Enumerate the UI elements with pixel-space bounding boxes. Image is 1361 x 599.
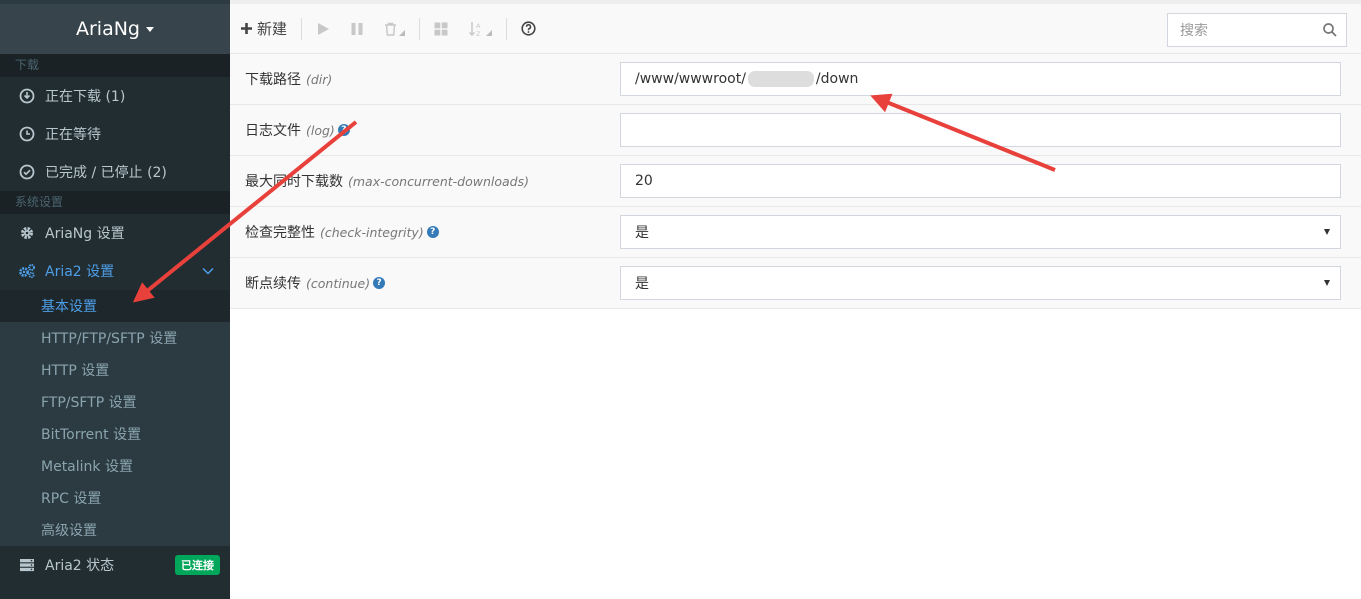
continue-value: 是 (635, 276, 649, 292)
option-label: 下载路径 (dir) (230, 69, 620, 89)
dropdown-indicator-icon (399, 29, 406, 36)
toolbar: 新建 AZ 搜索 (230, 4, 1361, 54)
toolbar-divider (506, 17, 508, 40)
check-circle-icon (18, 163, 36, 181)
option-label: 检查完整性 (check-integrity) ? (230, 222, 620, 242)
delete-button[interactable] (374, 4, 415, 54)
sidebar-item-label: 正在下载 (1) (45, 89, 126, 105)
option-key: (log) (306, 122, 335, 138)
option-label-text: 下载路径 (245, 72, 301, 88)
option-row-max-concurrent: 最大同时下载数 (max-concurrent-downloads) 20 (230, 156, 1361, 207)
check-integrity-select[interactable]: 是 (620, 215, 1341, 249)
sort-button[interactable]: AZ (458, 4, 502, 54)
sidebar-item-aria2-status[interactable]: Aria2 状态 已连接 (0, 546, 230, 584)
settings-list: 下载路径 (dir) /www/wwwroot/ /down 日志文件 (log… (230, 54, 1361, 309)
plus-icon (241, 23, 252, 34)
sidebar-item-ariang-settings[interactable]: AriaNg 设置 (0, 214, 230, 252)
question-circle-icon (521, 21, 536, 36)
sidebar-item-stopped[interactable]: 已完成 / 已停止 (2) (0, 153, 230, 191)
check-integrity-value: 是 (635, 225, 649, 241)
pause-button[interactable] (340, 4, 374, 54)
toolbar-divider (301, 17, 303, 40)
option-row-log: 日志文件 (log) ? (230, 105, 1361, 156)
sidebar-item-label: Aria2 状态 (45, 558, 115, 574)
sidebar-item-aria2-settings[interactable]: Aria2 设置 (0, 252, 230, 290)
dropdown-indicator-icon (486, 29, 493, 36)
section-header-downloads: 下载 (0, 54, 230, 77)
option-label: 日志文件 (log) ? (230, 120, 620, 140)
option-label-text: 日志文件 (245, 123, 301, 139)
help-icon[interactable]: ? (426, 226, 439, 238)
section-header-settings: 系统设置 (0, 191, 230, 214)
sidebar-item-label: 已完成 / 已停止 (2) (45, 165, 167, 181)
option-key: (dir) (306, 71, 333, 87)
gear-icon (18, 224, 36, 242)
server-icon (18, 556, 36, 574)
sidebar-item-label: AriaNg 设置 (45, 226, 125, 242)
sidebar-subitem-http-ftp-sftp[interactable]: HTTP/FTP/SFTP 设置 (0, 322, 230, 354)
chevron-down-icon (202, 263, 214, 279)
dir-value-suffix: /down (815, 71, 859, 87)
max-concurrent-field[interactable]: 20 (620, 164, 1341, 198)
sidebar-item-label: Aria2 设置 (45, 264, 115, 280)
sidebar-subitem-basic[interactable]: 基本设置 (0, 290, 230, 322)
clock-icon (18, 125, 36, 143)
sidebar-subitem-http[interactable]: HTTP 设置 (0, 354, 230, 386)
option-label-text: 检查完整性 (245, 225, 315, 241)
redacted-segment (747, 71, 814, 87)
sidebar-subitem-bittorrent[interactable]: BitTorrent 设置 (0, 418, 230, 450)
option-label-text: 最大同时下载数 (245, 174, 343, 190)
option-label: 断点续传 (continue) ? (230, 273, 620, 293)
dir-field[interactable]: /www/wwwroot/ /down (620, 62, 1341, 96)
app-brand-menu[interactable]: AriaNg (0, 0, 230, 54)
sidebar-subitem-rpc[interactable]: RPC 设置 (0, 482, 230, 514)
option-key: (max-concurrent-downloads) (348, 173, 529, 189)
svg-text:A: A (476, 22, 481, 30)
sidebar-subitem-ftp-sftp[interactable]: FTP/SFTP 设置 (0, 386, 230, 418)
option-key: (check-integrity) (320, 224, 424, 240)
play-icon (318, 22, 330, 35)
dir-value-prefix: /www/wwwroot/ (635, 71, 746, 87)
download-circle-icon (18, 87, 36, 105)
option-key: (continue) (306, 275, 371, 291)
option-label: 最大同时下载数 (max-concurrent-downloads) (230, 171, 620, 191)
search-input[interactable]: 搜索 (1167, 13, 1347, 47)
log-field[interactable] (620, 113, 1341, 147)
search-placeholder: 搜索 (1180, 23, 1208, 39)
sidebar-subitem-advanced[interactable]: 高级设置 (0, 514, 230, 546)
sort-alpha-icon: AZ (468, 21, 481, 37)
svg-text:Z: Z (476, 30, 481, 37)
continue-select[interactable]: 是 (620, 266, 1341, 300)
sidebar-item-downloading[interactable]: 正在下载 (1) (0, 77, 230, 115)
sidebar-item-waiting[interactable]: 正在等待 (0, 115, 230, 153)
toolbar-divider (419, 17, 421, 40)
option-row-dir: 下载路径 (dir) /www/wwwroot/ /down (230, 54, 1361, 105)
sidebar-item-label: 正在等待 (45, 127, 101, 143)
new-task-label: 新建 (257, 20, 288, 38)
help-button[interactable] (511, 4, 546, 54)
option-row-continue: 断点续传 (continue) ? 是 (230, 258, 1361, 309)
trash-icon (385, 22, 397, 36)
max-concurrent-value: 20 (635, 173, 653, 189)
sidebar-subitem-metalink[interactable]: Metalink 设置 (0, 450, 230, 482)
status-badge: 已连接 (175, 555, 220, 575)
select-arrow-icon (1324, 229, 1330, 235)
sidebar: AriaNg 下载 正在下载 (1) 正在等待 已完成 / 已停止 (2) 系统… (0, 0, 230, 599)
help-icon[interactable]: ? (373, 277, 386, 289)
grid-icon (434, 22, 448, 35)
gears-icon (18, 262, 36, 280)
pause-icon (351, 22, 363, 35)
start-button[interactable] (306, 4, 340, 54)
app-title: AriaNg (75, 18, 140, 40)
option-row-check-integrity: 检查完整性 (check-integrity) ? 是 (230, 207, 1361, 258)
select-arrow-icon (1324, 280, 1330, 286)
search-icon[interactable] (1322, 22, 1338, 38)
option-label-text: 断点续传 (245, 276, 301, 292)
new-task-button[interactable]: 新建 (230, 4, 297, 54)
select-all-button[interactable] (424, 4, 458, 54)
caret-down-icon (146, 26, 154, 32)
help-icon[interactable]: ? (337, 124, 350, 136)
